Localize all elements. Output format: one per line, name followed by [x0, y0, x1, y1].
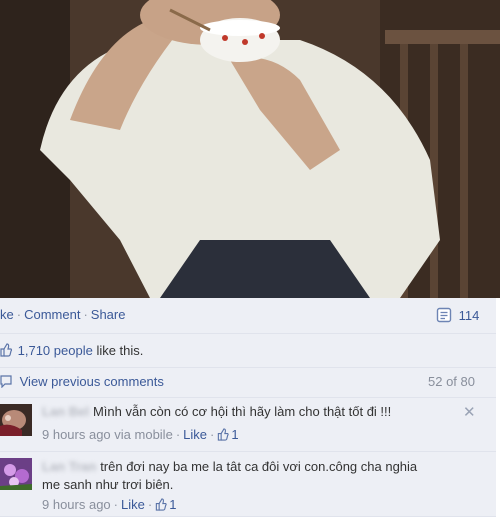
likes-count-link[interactable]: 1,710 people: [18, 343, 93, 358]
post-action-links: ke · Comment · Share: [0, 307, 125, 322]
post-actions-bar: ke · Comment · Share 114: [0, 298, 496, 334]
view-previous-comments-link[interactable]: View previous comments: [20, 374, 164, 389]
share-count-icon: [436, 307, 452, 323]
comment-like-count[interactable]: 1: [231, 427, 238, 442]
like-link[interactable]: ke: [0, 307, 14, 322]
comment-bubble-icon: [0, 375, 12, 389]
comment-position: 52 of 80: [428, 374, 475, 389]
thumbs-up-icon: [0, 343, 13, 357]
comment-time[interactable]: 9 hours ago via mobile: [42, 427, 173, 442]
comment-like-link[interactable]: Like: [121, 497, 145, 512]
avatar[interactable]: [0, 404, 32, 436]
comment-text-line2: me sanh như trơi biên.: [42, 477, 174, 492]
close-icon[interactable]: ✕: [463, 403, 476, 421]
share-link[interactable]: Share: [91, 307, 126, 322]
comment-like-count[interactable]: 1: [169, 497, 176, 512]
separator-dot: ·: [147, 497, 153, 512]
separator-dot: ·: [16, 307, 22, 322]
comment-meta: 9 hours ago · Like · 1: [42, 497, 176, 512]
separator-dot: ·: [113, 497, 119, 512]
comment-text: Mình vẫn còn có cơ hội thì hãy làm cho t…: [92, 404, 392, 419]
avatar-image: [0, 458, 32, 490]
avatar[interactable]: [0, 458, 32, 490]
comment-link[interactable]: Comment: [24, 307, 80, 322]
share-count-value: 114: [458, 308, 480, 323]
post-photo[interactable]: [0, 0, 500, 298]
view-previous-comments-bar: View previous comments 52 of 80: [0, 368, 496, 398]
separator-dot: ·: [175, 427, 181, 442]
comment-item: Lan Tran trên đơi nay ba me la tât ca đôi…: [0, 452, 496, 517]
comment-body: Lan Tran trên đơi nay ba me la tât ca đôi…: [42, 458, 482, 494]
comment-meta: 9 hours ago via mobile · Like · 1: [42, 427, 239, 442]
likes-suffix: like this.: [96, 343, 144, 358]
share-count[interactable]: 114: [436, 307, 479, 323]
comment-like-link[interactable]: Like: [183, 427, 207, 442]
comment-item: Lan Bel Mình vẫn còn có cơ hội thì hãy là…: [0, 398, 496, 452]
likes-summary: 1,710 people like this.: [0, 334, 496, 368]
comment-body: Lan Bel Mình vẫn còn có cơ hội thì hãy là…: [42, 404, 442, 419]
comment-time[interactable]: 9 hours ago: [42, 497, 111, 512]
thumbs-up-icon: [218, 428, 230, 441]
avatar-image: [0, 404, 32, 436]
photo-illustration: [0, 0, 500, 298]
likes-row: 1,710 people like this.: [0, 343, 143, 358]
comment-author[interactable]: Lan Bel: [42, 404, 89, 419]
separator-dot: ·: [83, 307, 88, 322]
separator-dot: ·: [210, 427, 215, 442]
comment-author[interactable]: Lan Tran: [42, 458, 96, 476]
view-previous-row[interactable]: View previous comments: [0, 374, 164, 389]
thumbs-up-icon: [156, 498, 167, 511]
comment-text-line1: trên đơi nay ba me la tât ca đôi vơi con…: [100, 459, 418, 474]
